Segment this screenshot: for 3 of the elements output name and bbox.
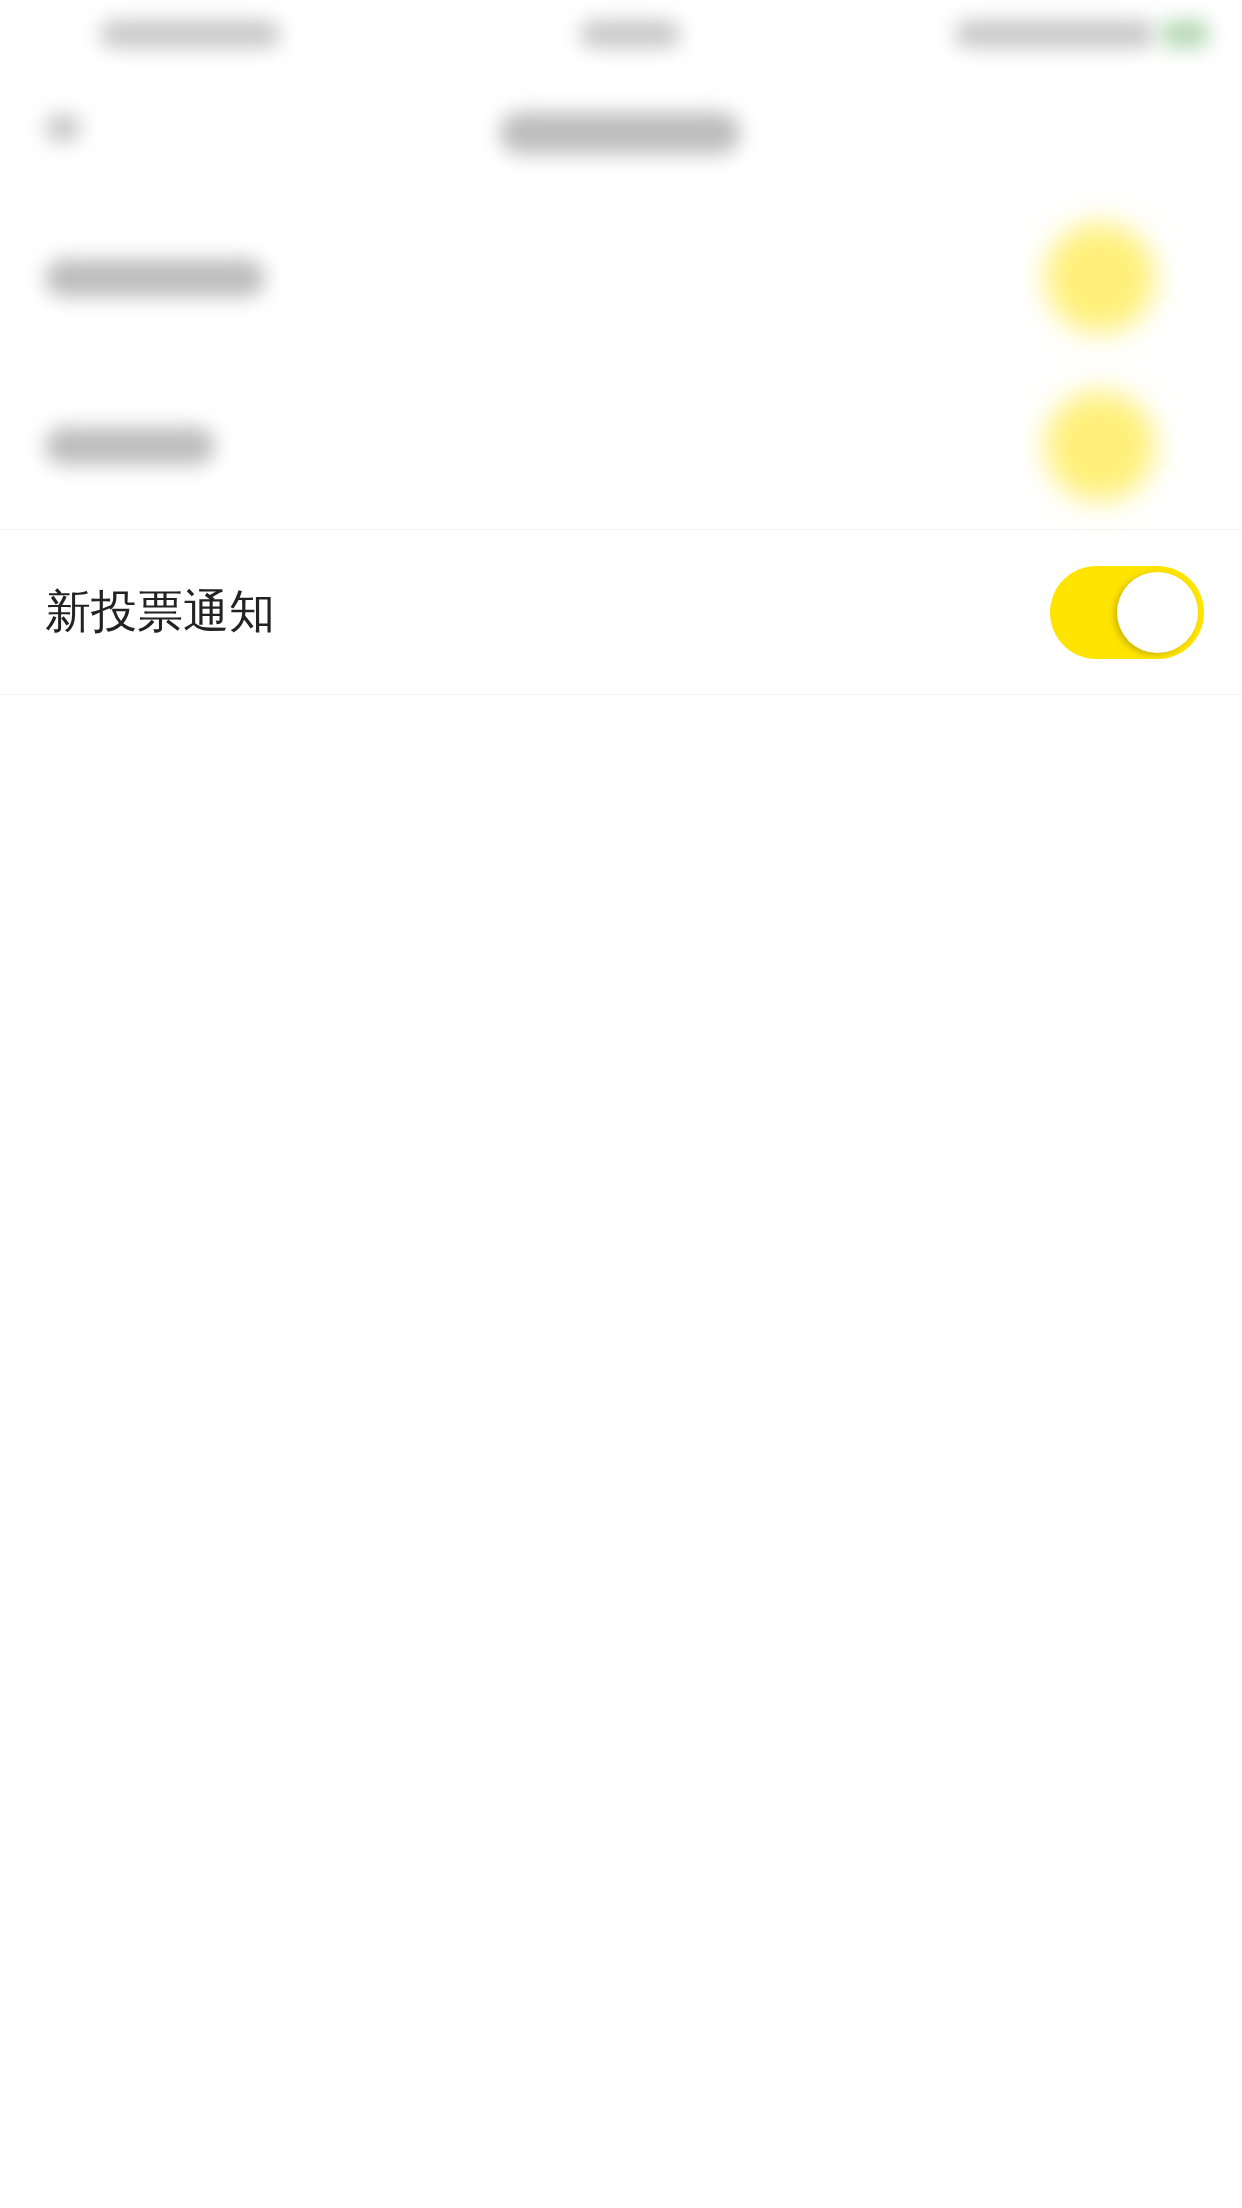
setting-label: 新投票通知 [45,583,275,640]
blurred-icon [1160,20,1210,48]
blurred-icon [45,114,81,142]
